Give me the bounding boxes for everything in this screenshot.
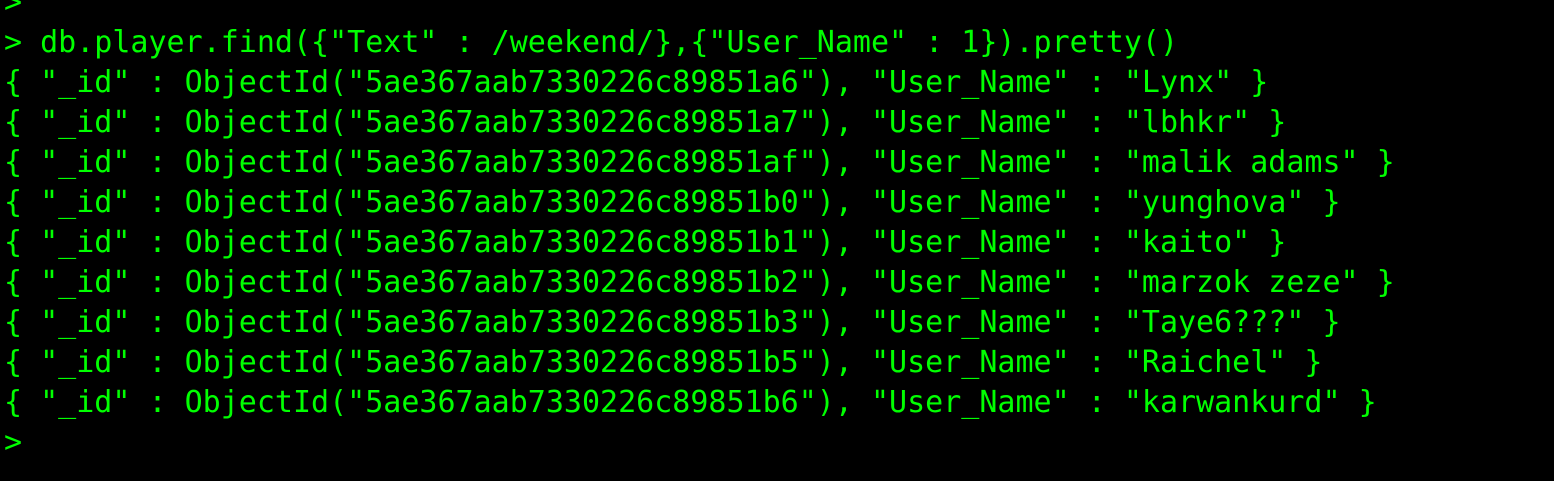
prompt-symbol: > xyxy=(4,0,23,20)
command-text: db.player.find({"Text" : /weekend/},{"Us… xyxy=(22,25,1178,60)
terminal-line-prompt-empty: > xyxy=(4,0,1554,23)
terminal-line-command: > db.player.find({"Text" : /weekend/},{"… xyxy=(4,23,1554,63)
terminal-window[interactable]: > > db.player.find({"Text" : /weekend/},… xyxy=(0,0,1554,481)
prompt-symbol: > xyxy=(4,425,23,460)
output-text: { "_id" : ObjectId("5ae367aab7330226c898… xyxy=(4,345,1323,380)
output-text: { "_id" : ObjectId("5ae367aab7330226c898… xyxy=(4,65,1269,100)
output-text: { "_id" : ObjectId("5ae367aab7330226c898… xyxy=(4,105,1287,140)
terminal-line-output: { "_id" : ObjectId("5ae367aab7330226c898… xyxy=(4,383,1554,423)
terminal-line-output: { "_id" : ObjectId("5ae367aab7330226c898… xyxy=(4,143,1554,183)
prompt-symbol: > xyxy=(4,25,23,60)
terminal-line-output: { "_id" : ObjectId("5ae367aab7330226c898… xyxy=(4,183,1554,223)
output-text: { "_id" : ObjectId("5ae367aab7330226c898… xyxy=(4,265,1395,300)
output-text: { "_id" : ObjectId("5ae367aab7330226c898… xyxy=(4,385,1377,420)
output-text: { "_id" : ObjectId("5ae367aab7330226c898… xyxy=(4,185,1341,220)
terminal-line-prompt-input[interactable]: > xyxy=(4,423,1554,463)
terminal-line-output: { "_id" : ObjectId("5ae367aab7330226c898… xyxy=(4,303,1554,343)
output-text: { "_id" : ObjectId("5ae367aab7330226c898… xyxy=(4,305,1341,340)
terminal-line-output: { "_id" : ObjectId("5ae367aab7330226c898… xyxy=(4,343,1554,383)
terminal-line-output: { "_id" : ObjectId("5ae367aab7330226c898… xyxy=(4,223,1554,263)
terminal-line-output: { "_id" : ObjectId("5ae367aab7330226c898… xyxy=(4,63,1554,103)
terminal-line-output: { "_id" : ObjectId("5ae367aab7330226c898… xyxy=(4,263,1554,303)
output-text: { "_id" : ObjectId("5ae367aab7330226c898… xyxy=(4,225,1287,260)
output-text: { "_id" : ObjectId("5ae367aab7330226c898… xyxy=(4,145,1395,180)
terminal-line-output: { "_id" : ObjectId("5ae367aab7330226c898… xyxy=(4,103,1554,143)
